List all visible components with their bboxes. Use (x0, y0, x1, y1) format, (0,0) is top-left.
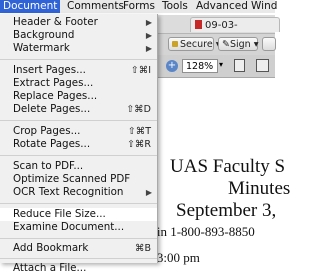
doc-minutes: Minutes (228, 178, 291, 199)
menu-item-ocr-text-recognition[interactable]: OCR Text Recognition ▶ (0, 186, 157, 199)
doc-date: September 3, (176, 200, 277, 221)
zoom-field[interactable]: 128% (182, 59, 218, 73)
pdf-page: UAS Faculty S Minutes September 3, l in … (150, 80, 290, 265)
pdf-icon (195, 20, 202, 29)
label: Background (13, 29, 75, 41)
page-fit-icon[interactable] (234, 59, 245, 72)
menu-item-attach-file[interactable]: Attach a File... (0, 262, 157, 275)
menu-item-crop-pages[interactable]: Crop Pages... ⇧⌘T (0, 125, 157, 138)
label: Optimize Scanned PDF (13, 173, 131, 185)
view-toolbar: + 128% ▾ (140, 55, 275, 78)
doc-phone: l in 1-800-893-8850 (150, 224, 255, 239)
menu-tools[interactable]: Tools (159, 0, 191, 13)
menu-item-extract-pages[interactable]: Extract Pages... (0, 77, 157, 90)
zoom-in-icon[interactable]: + (166, 60, 178, 72)
menu-separator (0, 155, 157, 156)
menu-forms[interactable]: Forms (120, 0, 158, 13)
menu-item-reduce-file-size[interactable]: Reduce File Size... (0, 208, 157, 221)
menu-item-replace-pages[interactable]: Replace Pages... (0, 90, 157, 103)
label: Replace Pages... (13, 90, 98, 102)
menu-item-rotate-pages[interactable]: Rotate Pages... ⇧⌘R (0, 138, 157, 151)
pen-icon: ✎ (222, 39, 230, 50)
document-menu: Header & Footer ▶ Background ▶ Watermark… (0, 14, 158, 274)
menu-separator (0, 203, 157, 204)
submenu-arrow-icon: ▶ (145, 44, 152, 53)
zoom-dropdown-icon[interactable]: ▾ (219, 60, 223, 69)
submenu-arrow-icon: ▶ (145, 188, 152, 197)
shortcut: ⇧⌘T (127, 126, 151, 137)
label: Extract Pages... (13, 77, 94, 89)
menu-bar: Document Comments Forms Tools Advanced W… (0, 0, 277, 14)
shortcut: ⇧⌘I (130, 65, 151, 76)
secure-label: Secure (180, 39, 213, 50)
sign-label: Sign (229, 39, 251, 50)
menu-separator (0, 59, 157, 60)
lock-icon (172, 41, 178, 47)
secure-button[interactable]: Secure ▾ (168, 37, 220, 51)
toolbar: Secure ▾ ✎Sign ▾ (140, 34, 276, 56)
menu-advanced[interactable]: Advanced (193, 0, 251, 13)
label: Insert Pages... (13, 64, 86, 76)
menu-window[interactable]: Wind (248, 0, 280, 13)
shortcut: ⇧⌘D (126, 104, 151, 115)
submenu-arrow-icon: ▶ (145, 18, 152, 27)
document-tab[interactable]: 09-03-2010.pdf (190, 17, 280, 46)
shortcut: ⇧⌘R (126, 139, 151, 150)
label: Watermark (13, 42, 70, 54)
label: OCR Text Recognition (13, 186, 124, 198)
tab-bar: 09-03-2010.pdf (140, 15, 280, 46)
label: Rotate Pages... (13, 138, 91, 150)
menu-item-add-bookmark[interactable]: Add Bookmark ⌘B (0, 242, 157, 255)
label: Attach a File... (13, 262, 87, 274)
menu-item-header-footer[interactable]: Header & Footer ▶ (0, 16, 157, 29)
label: Delete Pages... (13, 103, 91, 115)
sign-button[interactable]: ✎Sign ▾ (218, 37, 259, 51)
menu-separator (0, 258, 157, 259)
page-width-icon[interactable] (256, 59, 269, 72)
shortcut: ⌘B (134, 243, 151, 254)
label: Reduce File Size... (13, 208, 106, 220)
label: Scan to PDF... (13, 160, 84, 172)
menu-separator (0, 238, 157, 239)
label: Add Bookmark (13, 242, 89, 254)
menu-item-scan-to-pdf[interactable]: Scan to PDF... (0, 160, 157, 173)
doc-title: UAS Faculty S (170, 156, 286, 177)
menu-item-optimize-scanned-pdf[interactable]: Optimize Scanned PDF (0, 173, 157, 186)
menu-item-delete-pages[interactable]: Delete Pages... ⇧⌘D (0, 103, 157, 116)
menu-comments[interactable]: Comments (64, 0, 127, 13)
label: Crop Pages... (13, 125, 81, 137)
more-button[interactable] (262, 37, 276, 51)
menu-item-background[interactable]: Background ▶ (0, 29, 157, 42)
label: Examine Document... (13, 221, 125, 233)
menu-item-insert-pages[interactable]: Insert Pages... ⇧⌘I (0, 64, 157, 77)
menu-separator (0, 120, 157, 121)
submenu-arrow-icon: ▶ (145, 31, 152, 40)
label: Header & Footer (13, 16, 98, 28)
zoom-value: 128% (186, 61, 214, 72)
menu-item-watermark[interactable]: Watermark ▶ (0, 42, 157, 55)
menu-item-examine-document[interactable]: Examine Document... (0, 221, 157, 234)
menu-document[interactable]: Document (0, 0, 61, 13)
